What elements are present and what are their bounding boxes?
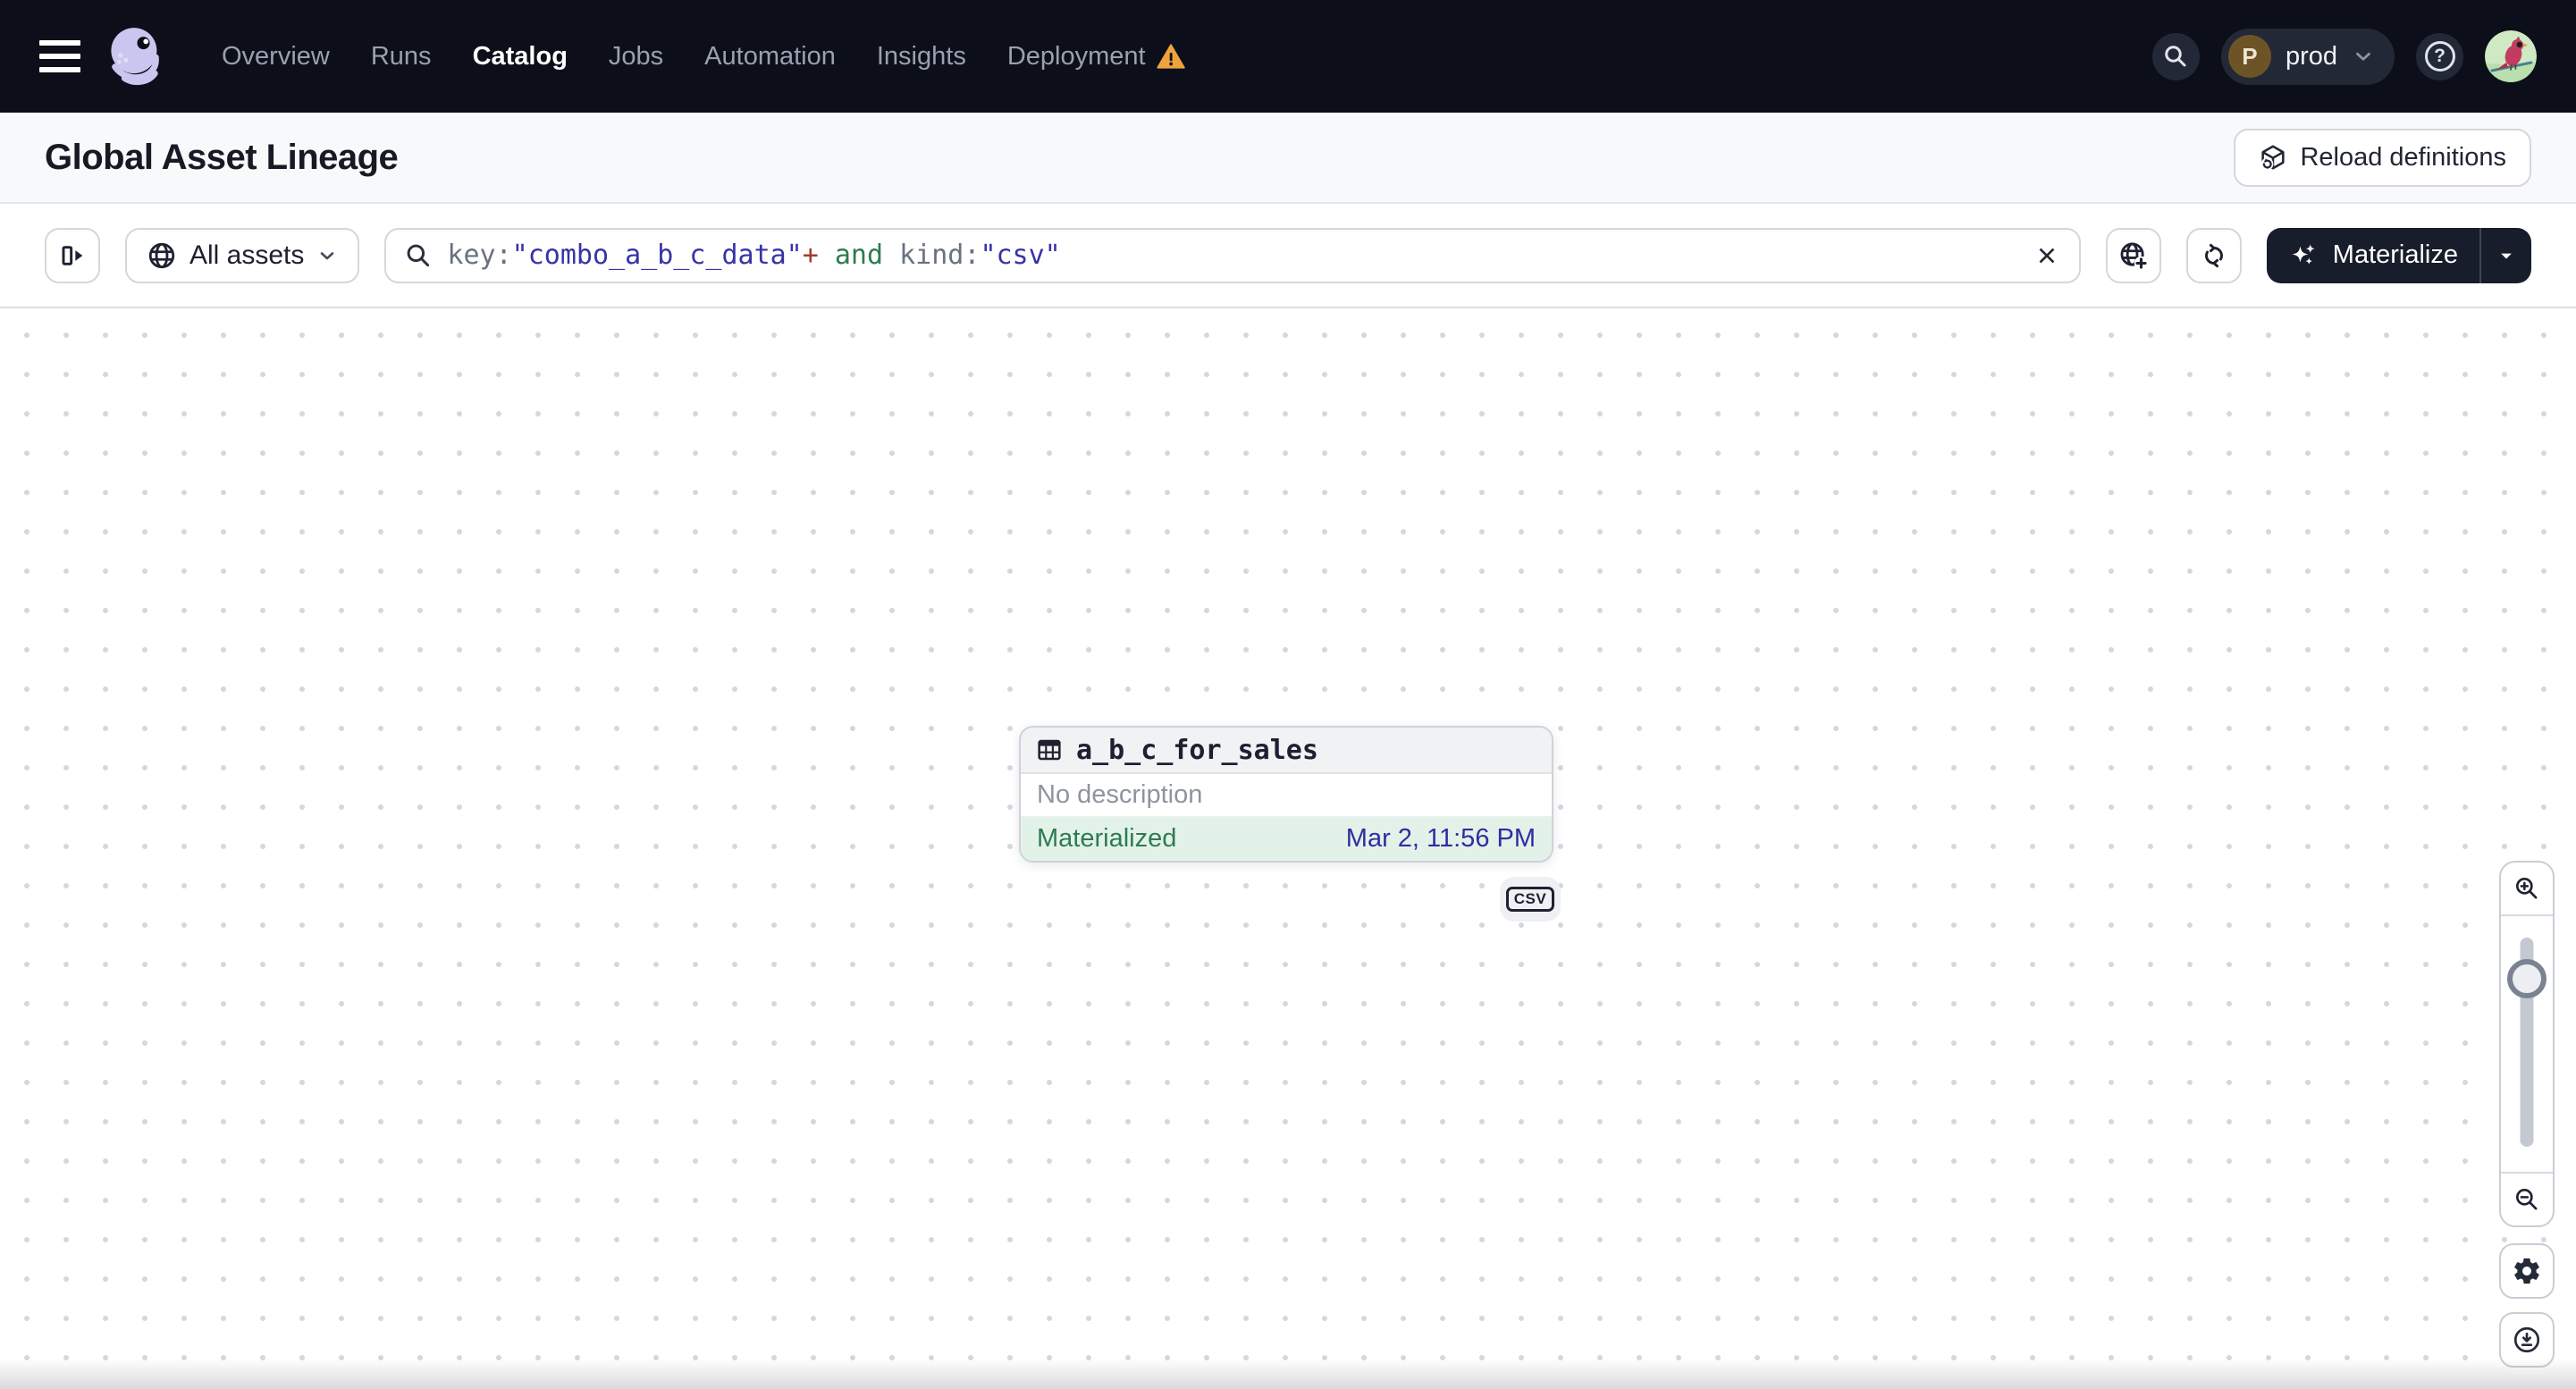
nav-item-runs[interactable]: Runs (371, 42, 432, 72)
cube-reload-icon (2261, 145, 2286, 171)
materialize-button[interactable]: Materialize (2267, 228, 2479, 283)
nav-item-overview[interactable]: Overview (222, 42, 330, 72)
zoom-in-button[interactable] (2501, 863, 2553, 916)
asset-scope-label: All assets (189, 240, 305, 270)
reload-definitions-label: Reload definitions (2300, 142, 2506, 172)
nav-item-deployment[interactable]: Deployment (1007, 42, 1185, 72)
lineage-canvas[interactable]: a_b_c_for_sales No description Materiali… (0, 308, 2576, 1389)
filter-bar: All assets key:"combo_a_b_c_data"+ and k… (0, 204, 2576, 308)
nav-item-automation[interactable]: Automation (704, 42, 836, 72)
nav-item-label: Deployment (1006, 41, 1146, 71)
caret-down-icon (2501, 253, 2512, 258)
asset-node-header: a_b_c_for_sales (1021, 728, 1552, 774)
materialize-options-button[interactable] (2479, 227, 2531, 283)
nav-item-label: Automation (704, 41, 836, 71)
globe-plus-icon (2120, 242, 2148, 270)
zoom-out-button[interactable] (2501, 1172, 2553, 1225)
chevron-down-icon (321, 251, 334, 259)
asset-status-row: Materialized Mar 2, 11:56 PM (1021, 817, 1552, 861)
materialized-status: Materialized (1037, 824, 1177, 853)
octopus-logo-icon (111, 28, 159, 86)
graph-settings-button[interactable] (2499, 1243, 2555, 1299)
zoom-slider[interactable] (2501, 916, 2553, 1172)
nav-item-label: Runs (370, 41, 432, 71)
nav-right-cluster: P prod ? (2151, 28, 2537, 85)
nav-item-jobs[interactable]: Jobs (609, 42, 663, 72)
query-token-kind-value: "csv" (980, 240, 1061, 271)
zoom-out-icon (2516, 1189, 2538, 1210)
hamburger-menu-icon[interactable] (39, 32, 80, 80)
page-title: Global Asset Lineage (45, 137, 399, 177)
table-icon (1038, 739, 1061, 761)
panel-expand-icon (62, 245, 83, 265)
nav-links: Overview Runs Catalog Jobs Automation In… (222, 42, 1185, 72)
environment-switcher[interactable]: P prod (2220, 28, 2395, 85)
nav-item-insights[interactable]: Insights (877, 42, 966, 72)
asset-description: No description (1021, 774, 1552, 817)
download-icon (2513, 1326, 2540, 1353)
nav-item-label: Catalog (472, 41, 568, 71)
warning-triangle-icon (1156, 44, 1185, 69)
open-sidebar-button[interactable] (45, 227, 100, 283)
search-button[interactable] (2151, 32, 2200, 80)
nav-item-label: Insights (876, 41, 966, 71)
asset-name: a_b_c_for_sales (1076, 734, 1318, 766)
query-token-kind: kind: (899, 240, 981, 271)
dagster-logo[interactable] (105, 26, 166, 87)
nav-item-label: Jobs (608, 41, 664, 71)
reload-definitions-button[interactable]: Reload definitions (2234, 128, 2531, 187)
page-header: Global Asset Lineage Reload definitions (0, 113, 2576, 204)
cardinal-bird-avatar-icon (2485, 30, 2537, 82)
top-nav: Overview Runs Catalog Jobs Automation In… (0, 0, 2576, 113)
csv-kind-icon: CSV (1505, 887, 1555, 912)
question-mark-icon: ? (2424, 41, 2455, 72)
download-image-button[interactable] (2499, 1312, 2555, 1368)
clear-query-button[interactable] (2029, 238, 2065, 274)
nav-item-label: Overview (222, 41, 330, 71)
refresh-icon (2204, 243, 2223, 267)
close-icon (2039, 248, 2055, 263)
zoom-in-icon (2516, 878, 2538, 899)
environment-name: prod (2285, 41, 2337, 71)
asset-node[interactable]: a_b_c_for_sales No description Materiali… (1019, 726, 1553, 863)
materialize-split-button: Materialize (2266, 227, 2531, 283)
materialize-label: Materialize (2332, 240, 2458, 269)
materialized-timestamp: Mar 2, 11:56 PM (1345, 824, 1536, 853)
magnifier-icon (407, 244, 430, 266)
nav-item-catalog[interactable]: Catalog (473, 42, 568, 72)
query-text: key:"combo_a_b_c_data"+ and kind:"csv" (447, 240, 2014, 271)
chevron-down-icon (2356, 52, 2370, 61)
query-token-plus: + (802, 240, 819, 271)
globe-icon (148, 242, 175, 268)
environment-avatar: P (2227, 35, 2271, 78)
lineage-query-input[interactable]: key:"combo_a_b_c_data"+ and kind:"csv" (384, 227, 2081, 283)
asset-kind-badge[interactable]: CSV (1500, 877, 1561, 922)
sparkles-icon (2292, 243, 2315, 265)
expand-scope-button[interactable] (2105, 227, 2161, 283)
zoom-slider-thumb[interactable] (2507, 959, 2547, 998)
query-token-key: key: (447, 240, 512, 271)
asset-scope-dropdown[interactable]: All assets (125, 227, 360, 283)
refresh-button[interactable] (2185, 227, 2242, 283)
query-token-and: and (818, 240, 900, 271)
gear-icon (2514, 1258, 2539, 1284)
search-icon (2165, 46, 2186, 67)
help-button[interactable]: ? (2416, 32, 2463, 80)
user-avatar[interactable] (2485, 30, 2537, 82)
query-token-key-value: "combo_a_b_c_data" (511, 240, 803, 271)
zoom-controls (2499, 861, 2555, 1227)
